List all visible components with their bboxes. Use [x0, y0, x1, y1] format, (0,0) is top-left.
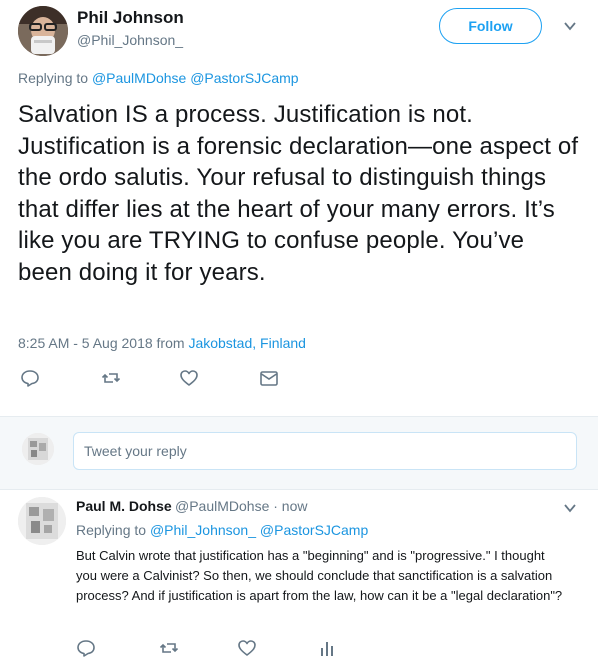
reply-author-avatar[interactable] — [18, 497, 66, 545]
tweet-text: Salvation IS a process. Justification is… — [18, 101, 579, 286]
main-tweet: Phil Johnson @Phil_Johnson_ Follow Reply… — [0, 0, 598, 415]
retweet-icon[interactable] — [101, 368, 121, 388]
reply-input[interactable]: Tweet your reply — [73, 432, 577, 470]
reply-icon[interactable] — [20, 368, 40, 388]
mention-link[interactable]: @PastorSJCamp — [190, 70, 298, 86]
mention-link[interactable]: @PastorSJCamp — [260, 522, 368, 538]
follow-button[interactable]: Follow — [439, 8, 542, 44]
reply-replying-to: Replying to @Phil_Johnson_ @PastorSJCamp — [76, 522, 368, 538]
like-icon[interactable] — [237, 638, 257, 658]
chevron-down-icon[interactable] — [562, 18, 578, 34]
current-user-avatar — [22, 433, 54, 465]
author-handle[interactable]: @Phil_Johnson_ — [77, 32, 183, 48]
author-name[interactable]: Phil Johnson — [77, 8, 184, 28]
replying-to: Replying to @PaulMDohse @PastorSJCamp — [18, 70, 299, 86]
analytics-icon[interactable] — [317, 638, 337, 658]
mention-link[interactable]: @Phil_Johnson_ — [150, 522, 256, 538]
tweet-timestamp: 8:25 AM - 5 Aug 2018 from Jakobstad, Fin… — [18, 335, 306, 351]
reply-author-name[interactable]: Paul M. Dohse — [76, 498, 172, 514]
reply-author-handle[interactable]: @PaulMDohse · now — [175, 498, 308, 514]
author-avatar[interactable] — [18, 6, 68, 56]
reply-text: But Calvin wrote that justification has … — [76, 548, 563, 603]
retweet-icon[interactable] — [159, 638, 179, 658]
chevron-down-icon[interactable] — [562, 500, 578, 516]
mention-link[interactable]: @PaulMDohse — [92, 70, 186, 86]
reply-icon[interactable] — [76, 638, 96, 658]
like-icon[interactable] — [179, 368, 199, 388]
message-icon[interactable] — [259, 368, 279, 388]
replying-prefix: Replying to — [18, 70, 89, 86]
replying-prefix: Replying to — [76, 522, 147, 538]
tweet-time[interactable]: 8:25 AM - 5 Aug 2018 from — [18, 335, 185, 351]
tweet-location[interactable]: Jakobstad, Finland — [188, 335, 306, 351]
